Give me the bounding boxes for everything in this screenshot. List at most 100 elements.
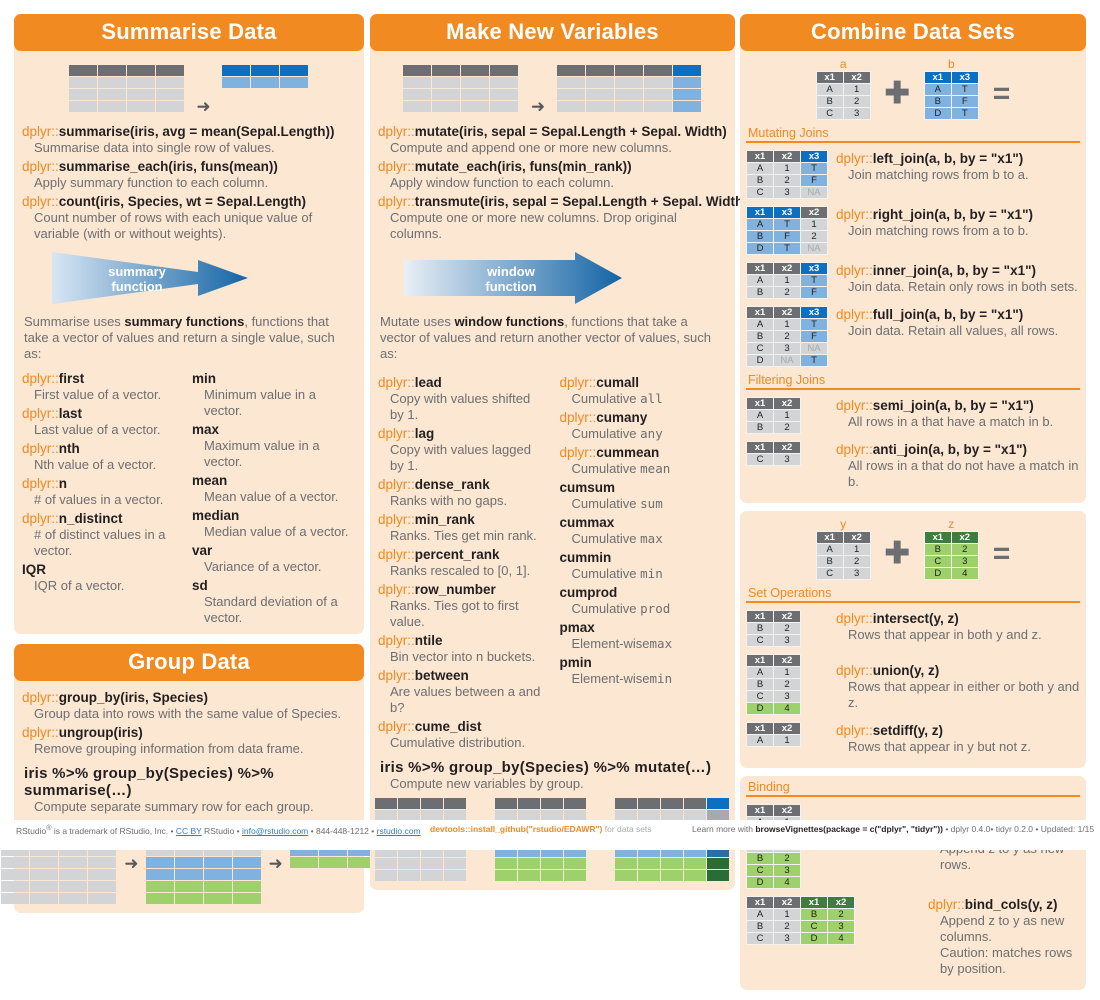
- panel-make-new-variables: Make New Variables ➜ dplyr::mutate(iris,…: [370, 14, 748, 891]
- table-row: A1B2: [747, 909, 854, 921]
- cheatsheet-page: Summarise Data ➜ dplyr::summarise(iris, …: [0, 0, 1100, 991]
- table-cell: A: [924, 84, 951, 96]
- binding-entry: x1 x2 x1 x2 A 1 B 2 B 2 C 3 C 3 D 4 dplyr::bind_cols(y,…: [746, 894, 1080, 977]
- function-desc: Element-wisemax: [571, 636, 673, 652]
- table-header-cell: x1: [924, 72, 951, 84]
- table-row: A1: [747, 735, 800, 747]
- table-cell: C: [747, 187, 773, 199]
- table-cell: 2: [774, 921, 800, 933]
- panel-title-summarise: Summarise Data: [14, 14, 364, 52]
- table-anti-join: x1 x2 C 3: [746, 439, 832, 467]
- function-desc: Rows that appear in both y and z.: [848, 627, 1042, 643]
- function-entry: mean: [192, 473, 228, 489]
- table-header-cell: x2: [774, 307, 800, 319]
- function-desc: Cumulative sum: [571, 496, 663, 512]
- table-cell: 3: [774, 343, 800, 355]
- table-header-cell: x2: [801, 207, 827, 219]
- function-entry: min: [192, 371, 217, 387]
- table-row: B2: [747, 679, 800, 691]
- table-bind-cols: x1 x2 x1 x2 A 1 B 2 B 2 C 3 C 3 D 4: [746, 894, 924, 946]
- table-row: A1: [747, 410, 800, 422]
- table-cell: B: [747, 623, 773, 635]
- table-header-cell: x1: [924, 532, 951, 544]
- table-a: x1 x2 A 1 B 2 C 3: [815, 71, 871, 121]
- function-desc: Cumulative max: [571, 531, 663, 547]
- setop-entry: x1 x2 B 2 C 3 dplyr::intersect(y, z) Rows tha…: [746, 608, 1080, 648]
- table-cell: 4: [828, 933, 854, 945]
- table-header-cell: x2: [774, 723, 800, 735]
- function-desc: Join data. Retain only rows in both sets…: [848, 279, 1078, 295]
- function-desc: Join data. Retain all values, all rows.: [848, 323, 1059, 339]
- panel-set-operations: y x1 x2 A 1 B 2 C 3 ✚ z x1 x2 B 2 C 3 D 4 = Set Operat…: [740, 511, 1086, 769]
- table-header-cell: x1: [747, 723, 773, 735]
- function-entry: dplyr::summarise_each(iris, funs(mean)): [22, 159, 278, 175]
- email-link[interactable]: info@rstudio.com: [242, 826, 308, 836]
- arrow-right-icon: ➜: [530, 97, 546, 117]
- table-row: C3: [747, 635, 800, 647]
- function-entry: max: [192, 422, 220, 438]
- function-desc: Apply summary function to each column.: [34, 175, 269, 191]
- function-desc: Cumulative prod: [571, 601, 671, 617]
- function-desc: Last value of a vector.: [34, 422, 161, 438]
- table-label-z: z: [948, 517, 955, 532]
- function-entry: dplyr::min_rank: [378, 512, 475, 528]
- function-entry: dplyr::n: [22, 476, 68, 492]
- function-entry: pmax: [559, 620, 595, 636]
- data-table: x1 x3 A T B F D T: [923, 71, 979, 121]
- table-row: D4: [747, 703, 800, 715]
- table-cell: C: [747, 691, 773, 703]
- table-header-cell: x2: [843, 532, 870, 544]
- mutate-diagram: ➜: [378, 57, 727, 121]
- function-entry: dplyr::summarise(iris, avg = mean(Sepal.…: [22, 124, 335, 140]
- function-desc: Cumulative mean: [571, 461, 671, 477]
- function-entry: dplyr::cume_dist: [378, 719, 482, 735]
- table-row: D4: [924, 568, 978, 580]
- table-cell: D: [747, 703, 773, 715]
- table-cell: 2: [843, 556, 870, 568]
- table-header-cell: x3: [801, 307, 827, 319]
- table-cell: A: [747, 410, 773, 422]
- function-entry: dplyr::last: [22, 406, 83, 422]
- function-entry: dplyr::ungroup(iris): [22, 725, 143, 741]
- data-table: x1 x3 x2 A T 1 B F 2 D T NA: [746, 206, 828, 256]
- table-row: A1T: [747, 163, 827, 175]
- table-header-cell: x1: [816, 72, 843, 84]
- table-left-join: x1 x2 x3 A 1 T B 2 F C 3 NA: [746, 148, 832, 200]
- function-entry: dplyr::transmute(iris, sepal = Sepal.Len…: [378, 194, 748, 210]
- table-cell: T: [801, 275, 827, 287]
- table-cell: D: [747, 877, 773, 889]
- data-table: x1 x2 A 1 B 2: [746, 397, 801, 435]
- function-desc: Standard deviation of a vector.: [204, 594, 338, 626]
- function-entry: dplyr::n_distinct: [22, 511, 123, 527]
- function-desc: Cumulative all: [571, 391, 663, 407]
- join-entry: x1 x2 x3 A 1 T B 2 F C 3 NA D NA T dplyr::full_join(a,…: [746, 304, 1080, 368]
- table-cell: D: [747, 243, 773, 255]
- table-row: C 3 NA: [747, 343, 827, 355]
- function-desc: Remove grouping information from data fr…: [34, 741, 304, 757]
- table-setdiff: x1 x2 A 1: [746, 720, 832, 748]
- table-label-b: b: [947, 57, 955, 72]
- window-left-list: dplyr::lead Copy with values shifted by …: [378, 372, 552, 751]
- site-link[interactable]: rstudio.com: [377, 826, 421, 836]
- table-y: x1 x2 A 1 B 2 C 3: [815, 531, 871, 581]
- table-row: A1T: [747, 275, 827, 287]
- panel-title-group: Group Data: [14, 644, 364, 682]
- function-desc-2: Caution: matches rows by position.: [940, 945, 1073, 977]
- divider: [746, 601, 1080, 604]
- function-desc: Apply window function to each column.: [390, 175, 615, 191]
- table-cell: C: [816, 568, 843, 580]
- function-entry: dplyr::row_number: [378, 582, 496, 598]
- footer-install-hint: devtools::install_github("rstudio/EDAWR"…: [430, 824, 652, 834]
- table-row: C3D4: [747, 933, 854, 945]
- cc-by-link[interactable]: CC BY: [176, 826, 202, 836]
- table-cell: B: [747, 853, 773, 865]
- table-header-cell: x3: [774, 207, 800, 219]
- table-row: B2: [816, 556, 870, 568]
- subsection-set-operations: Set Operations: [748, 586, 832, 601]
- table-header-cell: x2: [951, 532, 978, 544]
- function-desc: All rows in a that do not have a match i…: [848, 458, 1079, 490]
- column-combine: Combine Data Sets a x1 x2 A 1 B 2 C 3 ✚ b x1 x3 A…: [740, 14, 1086, 1000]
- table-cell: A: [747, 275, 773, 287]
- table-header-cell: x1: [747, 151, 773, 163]
- table-row: B2: [747, 623, 800, 635]
